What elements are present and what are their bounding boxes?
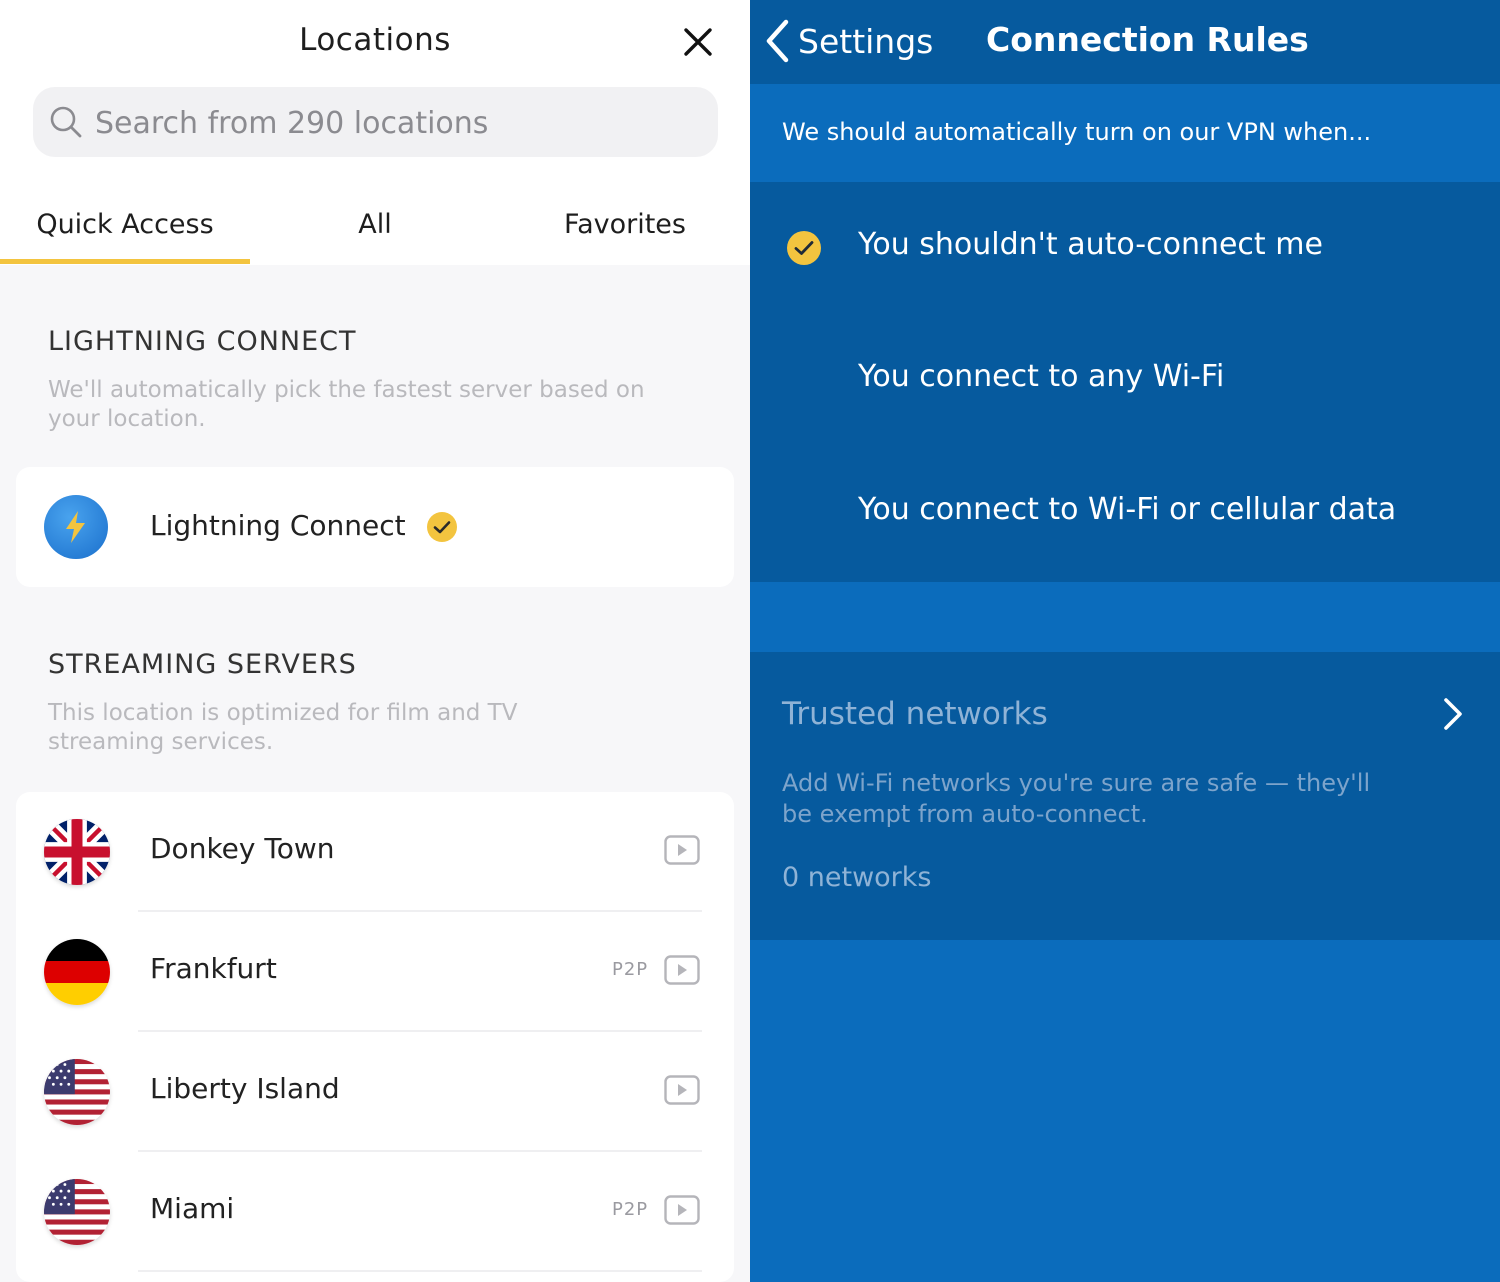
row-divider: [138, 1270, 702, 1272]
streaming-play-icon: [664, 1075, 700, 1105]
streaming-section-desc: This location is optimized for film and …: [48, 700, 518, 755]
p2p-badge: P2P: [612, 959, 649, 980]
option-label: You connect to Wi-Fi or cellular data: [858, 492, 1397, 527]
back-button[interactable]: Settings: [764, 16, 933, 66]
option-label: You connect to any Wi-Fi: [858, 359, 1225, 394]
uk-flag-icon: [44, 819, 110, 885]
lightning-bolt-icon: [44, 495, 108, 559]
search-box[interactable]: [33, 87, 718, 157]
lightning-section-title: LIGHTNING CONNECT: [48, 326, 357, 357]
server-row-donkey-town[interactable]: Donkey Town: [16, 792, 734, 912]
server-name: Donkey Town: [150, 832, 335, 865]
lightning-section-desc: We'll automatically pick the fastest ser…: [48, 377, 645, 432]
streaming-play-icon: [664, 955, 700, 985]
server-row-frankfurt[interactable]: Frankfurt P2P: [16, 912, 734, 1032]
server-row-liberty-island[interactable]: Liberty Island: [16, 1032, 734, 1152]
usa-flag-icon: [44, 1179, 110, 1245]
empty-area: [750, 940, 1500, 1282]
usa-flag-icon: [44, 1059, 110, 1125]
search-input[interactable]: [93, 97, 697, 149]
close-icon: [684, 28, 712, 56]
tab-all[interactable]: All: [250, 200, 500, 248]
tab-favorites[interactable]: Favorites: [500, 200, 750, 248]
trusted-networks-title: Trusted networks: [782, 696, 1048, 732]
tab-quick-access[interactable]: Quick Access: [0, 200, 250, 248]
streaming-play-icon: [664, 835, 700, 865]
p2p-badge: P2P: [612, 1199, 649, 1220]
option-label: You shouldn't auto-connect me: [858, 227, 1323, 262]
close-button[interactable]: [676, 20, 720, 64]
chevron-left-icon: [766, 19, 789, 63]
active-tab-indicator: [0, 259, 250, 264]
chevron-right-icon: [1444, 698, 1462, 730]
auto-connect-options: You shouldn't auto-connect me You connec…: [750, 182, 1500, 582]
server-name: Liberty Island: [150, 1072, 340, 1105]
server-name: Frankfurt: [150, 952, 277, 985]
option-no-auto-connect[interactable]: You shouldn't auto-connect me: [750, 182, 1500, 314]
section-spacer: [750, 582, 1500, 652]
locations-header: Locations Quick Access All Favorites: [0, 0, 750, 265]
streaming-server-list: Donkey Town Frankfurt P2P Liberty Island…: [16, 792, 734, 1282]
streaming-play-icon: [664, 1195, 700, 1225]
intro-section: We should automatically turn on our VPN …: [750, 84, 1500, 182]
trusted-networks-count: 0 networks: [782, 862, 932, 893]
server-name: Miami: [150, 1192, 235, 1225]
nav-bar: Settings Connection Rules: [750, 0, 1500, 84]
check-badge-icon: [427, 512, 457, 542]
option-wifi-or-cellular[interactable]: You connect to Wi-Fi or cellular data: [750, 447, 1500, 579]
check-selected-icon: [787, 231, 821, 265]
lightning-connect-label: Lightning Connect: [150, 509, 406, 542]
server-row-miami[interactable]: Miami P2P: [16, 1152, 734, 1272]
germany-flag-icon: [44, 939, 110, 1005]
streaming-section-title: STREAMING SERVERS: [48, 649, 357, 680]
lightning-connect-item[interactable]: Lightning Connect: [16, 467, 734, 587]
page-title: Locations: [299, 22, 451, 58]
trusted-networks-desc: Add Wi-Fi networks you're sure are safe …: [782, 769, 1371, 828]
back-button-label: Settings: [798, 21, 934, 61]
trusted-networks-item[interactable]: Trusted networks Add Wi-Fi networks you'…: [750, 652, 1500, 940]
search-icon: [50, 106, 82, 138]
intro-text: We should automatically turn on our VPN …: [782, 118, 1372, 146]
option-any-wifi[interactable]: You connect to any Wi-Fi: [750, 314, 1500, 446]
page-title: Connection Rules: [986, 20, 1309, 59]
connection-rules-panel: Settings Connection Rules We should auto…: [750, 0, 1500, 1282]
locations-panel: Locations Quick Access All Favorites LIG…: [0, 0, 750, 1282]
